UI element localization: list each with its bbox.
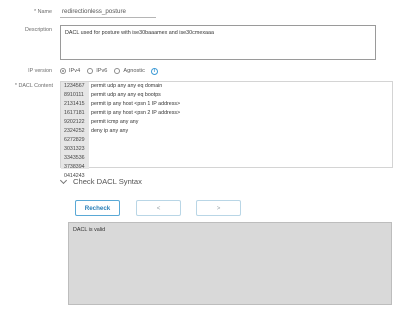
dacl-line: deny ip any any — [91, 128, 129, 134]
ipv6-label: IPv6 — [96, 68, 108, 74]
line-number-gutter: 1234567 8910111 2131415 1617181 9202122 23242… — [61, 82, 89, 179]
dacl-content-label: * DACL Content — [14, 83, 53, 89]
name-label: * Name — [34, 9, 52, 15]
ipv4-label: IPv4 — [69, 68, 81, 74]
previous-error-button[interactable]: < — [136, 200, 181, 216]
line-number: 1617181 — [64, 110, 85, 116]
recheck-button[interactable]: Recheck — [75, 200, 120, 216]
description-label: Description — [25, 27, 52, 33]
agnostic-option[interactable]: Agnostic — [114, 68, 145, 74]
name-input[interactable] — [60, 6, 156, 18]
ipv6-option[interactable]: IPv6 — [87, 68, 107, 74]
line-number: 8910111 — [64, 92, 84, 98]
check-dacl-syntax-toggle[interactable]: Check DACL Syntax — [59, 175, 142, 187]
agnostic-label: Agnostic — [123, 68, 145, 74]
ipv6-radio[interactable] — [87, 68, 94, 74]
code-area[interactable]: permit udp any any eq domain permit udp a… — [91, 82, 180, 136]
description-text: DACL used for posture with ise30baaamex … — [65, 30, 215, 36]
ip-version-group: IPv4 IPv6 Agnostic i — [60, 66, 158, 76]
dacl-line: permit udp any any eq domain — [91, 83, 163, 89]
line-number: 3343536 — [64, 155, 85, 161]
line-number: 1234567 — [64, 83, 85, 89]
next-error-button[interactable]: > — [196, 200, 241, 216]
description-field[interactable]: DACL used for posture with ise30baaamex … — [60, 25, 376, 60]
dacl-line: permit ip any host <psn 1 IP address> — [91, 101, 181, 107]
ipv4-radio[interactable] — [60, 68, 66, 74]
line-number: 2324252 — [64, 128, 85, 134]
syntax-result-panel: DACL is valid — [68, 222, 392, 305]
dacl-line: permit ip any host <psn 2 IP address> — [91, 110, 181, 116]
chevron-down-icon — [59, 176, 68, 184]
line-number: 3031323 — [64, 146, 85, 152]
ip-version-label: IP version — [28, 68, 52, 74]
line-number: 2131415 — [64, 101, 85, 107]
agnostic-radio[interactable] — [114, 68, 121, 74]
dacl-line: permit udp any any eq bootps — [91, 92, 161, 98]
syntax-result-text: DACL is valid — [73, 227, 106, 233]
check-dacl-syntax-title: Check DACL Syntax — [73, 176, 142, 186]
dacl-line: permit icmp any any — [91, 119, 139, 125]
line-number: 9202122 — [64, 119, 85, 125]
ipv4-option[interactable]: IPv4 — [60, 68, 80, 74]
dacl-content-editor[interactable]: 1234567 8910111 2131415 1617181 9202122 23242… — [60, 81, 393, 179]
line-number: 3738394 — [64, 164, 85, 170]
line-number: 6272829 — [64, 137, 85, 143]
info-icon[interactable]: i — [150, 67, 158, 75]
